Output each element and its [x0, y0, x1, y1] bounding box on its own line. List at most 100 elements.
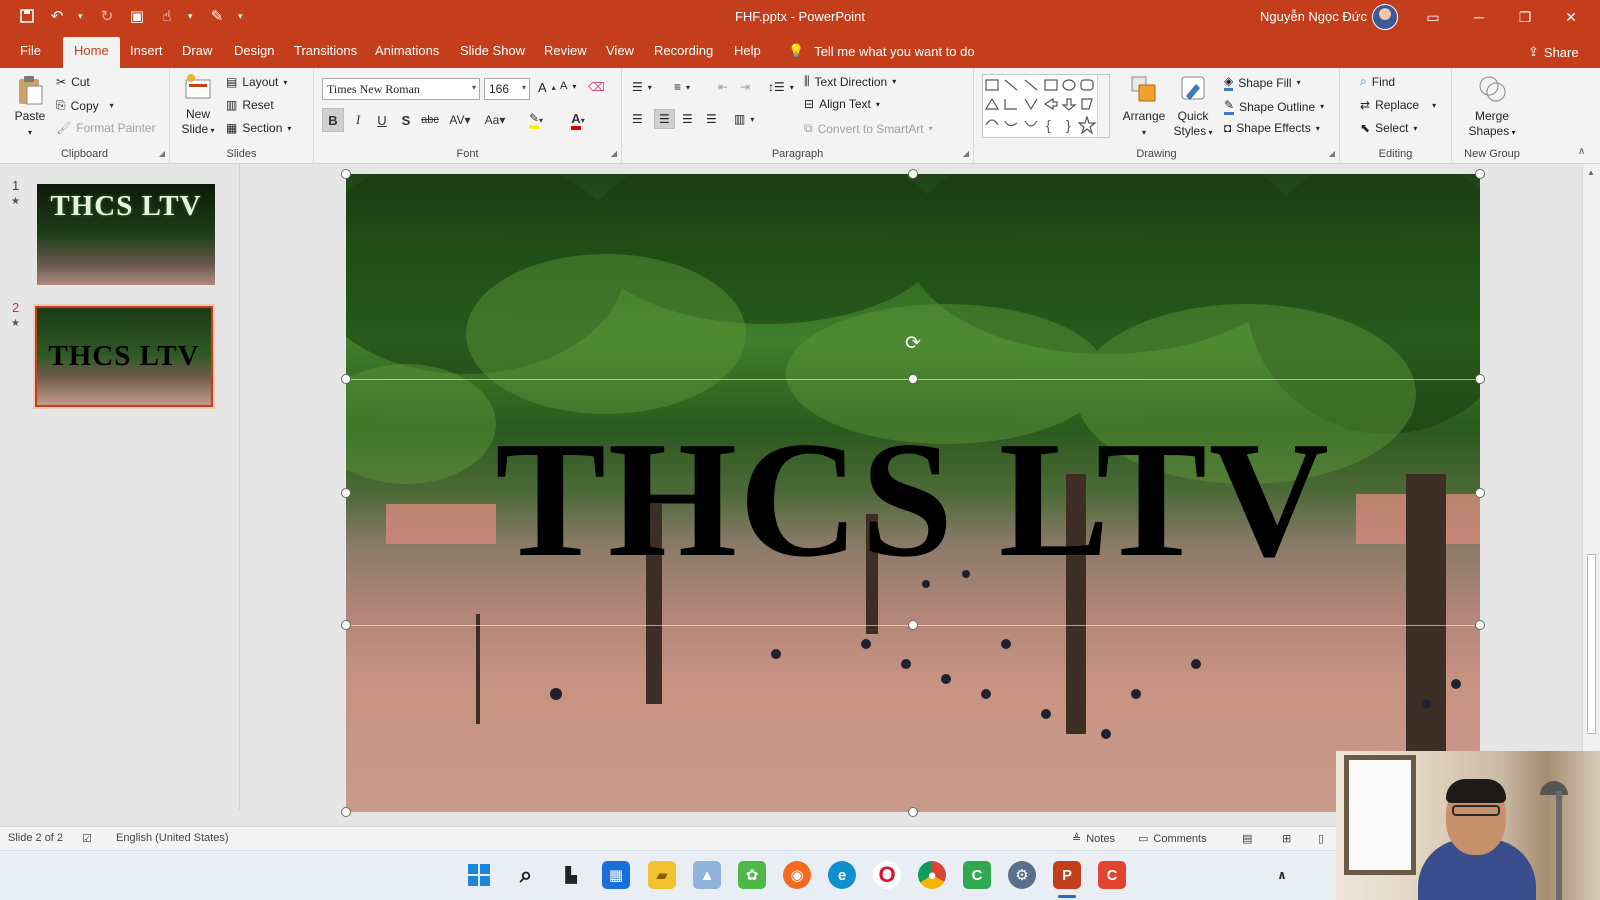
select-button[interactable]: ⬉ Select ▾ [1360, 121, 1417, 135]
vertical-scrollbar[interactable]: ▲ [1582, 164, 1600, 810]
numbering-icon[interactable]: ≡ ▾ [674, 80, 690, 94]
copy-button[interactable]: ⎘ Copy ▾ [56, 98, 114, 113]
shape-fill-button[interactable]: ◈ Shape Fill ▾ [1224, 74, 1301, 91]
reset-button[interactable]: ▥ Reset [226, 98, 274, 112]
slide-canvas[interactable]: THCS LTV [346, 174, 1480, 812]
ribbon-display-options-icon[interactable]: ▭ [1410, 0, 1456, 34]
tab-slide-show[interactable]: Slide Show [460, 43, 525, 58]
restore-button[interactable]: ❐ [1502, 0, 1548, 34]
format-painter-button[interactable]: 🖌 Format Painter [56, 121, 156, 135]
convert-to-smartart-button[interactable]: ⧉ Convert to SmartArt ▾ [804, 121, 933, 136]
collapse-ribbon-icon[interactable]: ∧ [1578, 146, 1585, 157]
shapes-gallery[interactable]: {} [982, 74, 1110, 138]
shapes-gallery-scroll[interactable] [1097, 75, 1109, 137]
slide-sorter-view-icon[interactable]: ⊞ [1282, 832, 1291, 845]
line-spacing-icon[interactable]: ↕☰ ▾ [768, 80, 794, 94]
text-shadow-icon[interactable]: S [395, 108, 417, 132]
slide-title-text[interactable]: THCS LTV [346, 414, 1480, 584]
tab-help[interactable]: Help [734, 43, 761, 58]
tab-animations[interactable]: Animations [375, 43, 439, 58]
tab-recording[interactable]: Recording [654, 43, 713, 58]
tab-draw[interactable]: Draw [182, 43, 212, 58]
avatar[interactable] [1372, 4, 1398, 30]
resize-handle[interactable] [341, 620, 351, 630]
file-explorer-icon[interactable]: ▰ [648, 861, 676, 889]
align-left-icon[interactable]: ☰ [632, 112, 643, 126]
justify-icon[interactable]: ☰ [706, 112, 717, 126]
arrange-button[interactable]: Arrange ▾ [1120, 74, 1168, 140]
align-center-icon[interactable]: ☰ [654, 109, 675, 129]
resize-handle[interactable] [908, 169, 918, 179]
resize-handle[interactable] [341, 807, 351, 817]
scroll-up-icon[interactable]: ▲ [1587, 168, 1595, 177]
resize-handle[interactable] [341, 169, 351, 179]
increase-indent-icon[interactable]: ⇥ [740, 80, 750, 94]
chrome-icon[interactable]: ● [918, 861, 946, 889]
normal-view-icon[interactable]: ▤ [1242, 832, 1252, 845]
bullets-icon[interactable]: ☰ ▾ [632, 80, 652, 94]
paint-icon[interactable]: ✿ [738, 861, 766, 889]
firefox-icon[interactable]: ◉ [783, 861, 811, 889]
font-color-icon[interactable]: A ▾ [562, 108, 594, 132]
close-button[interactable]: ✕ [1548, 0, 1594, 34]
underline-icon[interactable]: U [371, 108, 393, 132]
tab-review[interactable]: Review [544, 43, 587, 58]
language-status[interactable]: English (United States) [116, 832, 229, 844]
tab-design[interactable]: Design [234, 43, 274, 58]
accessibility-icon[interactable]: ☑ [82, 832, 92, 845]
clipboard-launcher-icon[interactable]: ◢ [159, 149, 165, 158]
align-text-button[interactable]: ⊟ Align Text ▾ [804, 97, 880, 111]
edge-icon[interactable]: e [828, 861, 856, 889]
tab-transitions[interactable]: Transitions [294, 43, 357, 58]
scrollbar-thumb[interactable] [1587, 554, 1596, 734]
tab-insert[interactable]: Insert [130, 43, 163, 58]
layout-button[interactable]: ▤ Layout ▾ [226, 75, 287, 89]
highlight-color-icon[interactable]: ✎ ▾ [520, 108, 552, 132]
resize-handle[interactable] [341, 488, 351, 498]
settings-gear-icon[interactable]: ⚙ [1008, 861, 1036, 889]
text-direction-button[interactable]: ⫼ Text Direction ▾ [804, 74, 896, 89]
shape-effects-button[interactable]: ◘ Shape Effects ▾ [1224, 121, 1320, 135]
quick-styles-button[interactable]: Quick Styles ▾ [1168, 74, 1218, 140]
resize-handle[interactable] [341, 374, 351, 384]
columns-icon[interactable]: ▥ ▾ [734, 112, 754, 126]
resize-handle[interactable] [908, 374, 918, 384]
resize-handle[interactable] [908, 620, 918, 630]
paste-button[interactable]: Paste ▾ [10, 74, 50, 140]
paragraph-launcher-icon[interactable]: ◢ [963, 149, 969, 158]
tab-file[interactable]: File [20, 43, 41, 58]
align-right-icon[interactable]: ☰ [682, 112, 693, 126]
change-case-icon[interactable]: Aa▾ [480, 108, 510, 132]
slide-thumbnail-1[interactable]: THCS LTV [37, 184, 215, 285]
notes-button[interactable]: ≜ Notes [1072, 832, 1115, 846]
tab-view[interactable]: View [606, 43, 634, 58]
replace-button[interactable]: ⇄ Replace ▾ [1360, 98, 1436, 112]
font-launcher-icon[interactable]: ◢ [611, 149, 617, 158]
strikethrough-icon[interactable]: abc [419, 108, 441, 132]
font-size-select[interactable]: 166 ▾ [484, 78, 530, 100]
decrease-indent-icon[interactable]: ⇤ [718, 80, 728, 94]
character-spacing-icon[interactable]: AV▾ [445, 108, 475, 132]
merge-shapes-button[interactable]: Merge Shapes ▾ [1462, 74, 1522, 140]
windows-start-icon[interactable] [465, 861, 493, 889]
slide-thumbnail-2[interactable]: THCS LTV [33, 304, 215, 409]
rotate-handle-icon[interactable]: ⟳ [903, 334, 923, 354]
resize-handle[interactable] [1475, 169, 1485, 179]
minimize-button[interactable]: ─ [1456, 0, 1502, 34]
powerpoint-icon[interactable]: P [1053, 861, 1081, 889]
italic-icon[interactable]: I [347, 108, 369, 132]
cut-button[interactable]: ✂ Cut [56, 75, 90, 89]
photos-icon[interactable]: ▲ [693, 861, 721, 889]
resize-handle[interactable] [908, 807, 918, 817]
screen-recorder-icon[interactable]: C [1098, 861, 1126, 889]
search-icon[interactable]: ⌕ [512, 861, 540, 889]
decrease-font-size-icon[interactable]: A ▾ [560, 80, 576, 92]
camtasia-icon[interactable]: C [963, 861, 991, 889]
tab-home[interactable]: Home [63, 37, 120, 68]
widgets-icon[interactable]: ▦ [602, 861, 630, 889]
new-slide-button[interactable]: New Slide ▾ [178, 72, 218, 138]
show-hidden-icons-chevron-icon[interactable]: ∧ [1268, 861, 1296, 889]
clear-formatting-icon[interactable]: ⌫ [588, 80, 605, 94]
drawing-launcher-icon[interactable]: ◢ [1329, 149, 1335, 158]
tell-me-search[interactable]: 💡 Tell me what you want to do [788, 43, 975, 59]
